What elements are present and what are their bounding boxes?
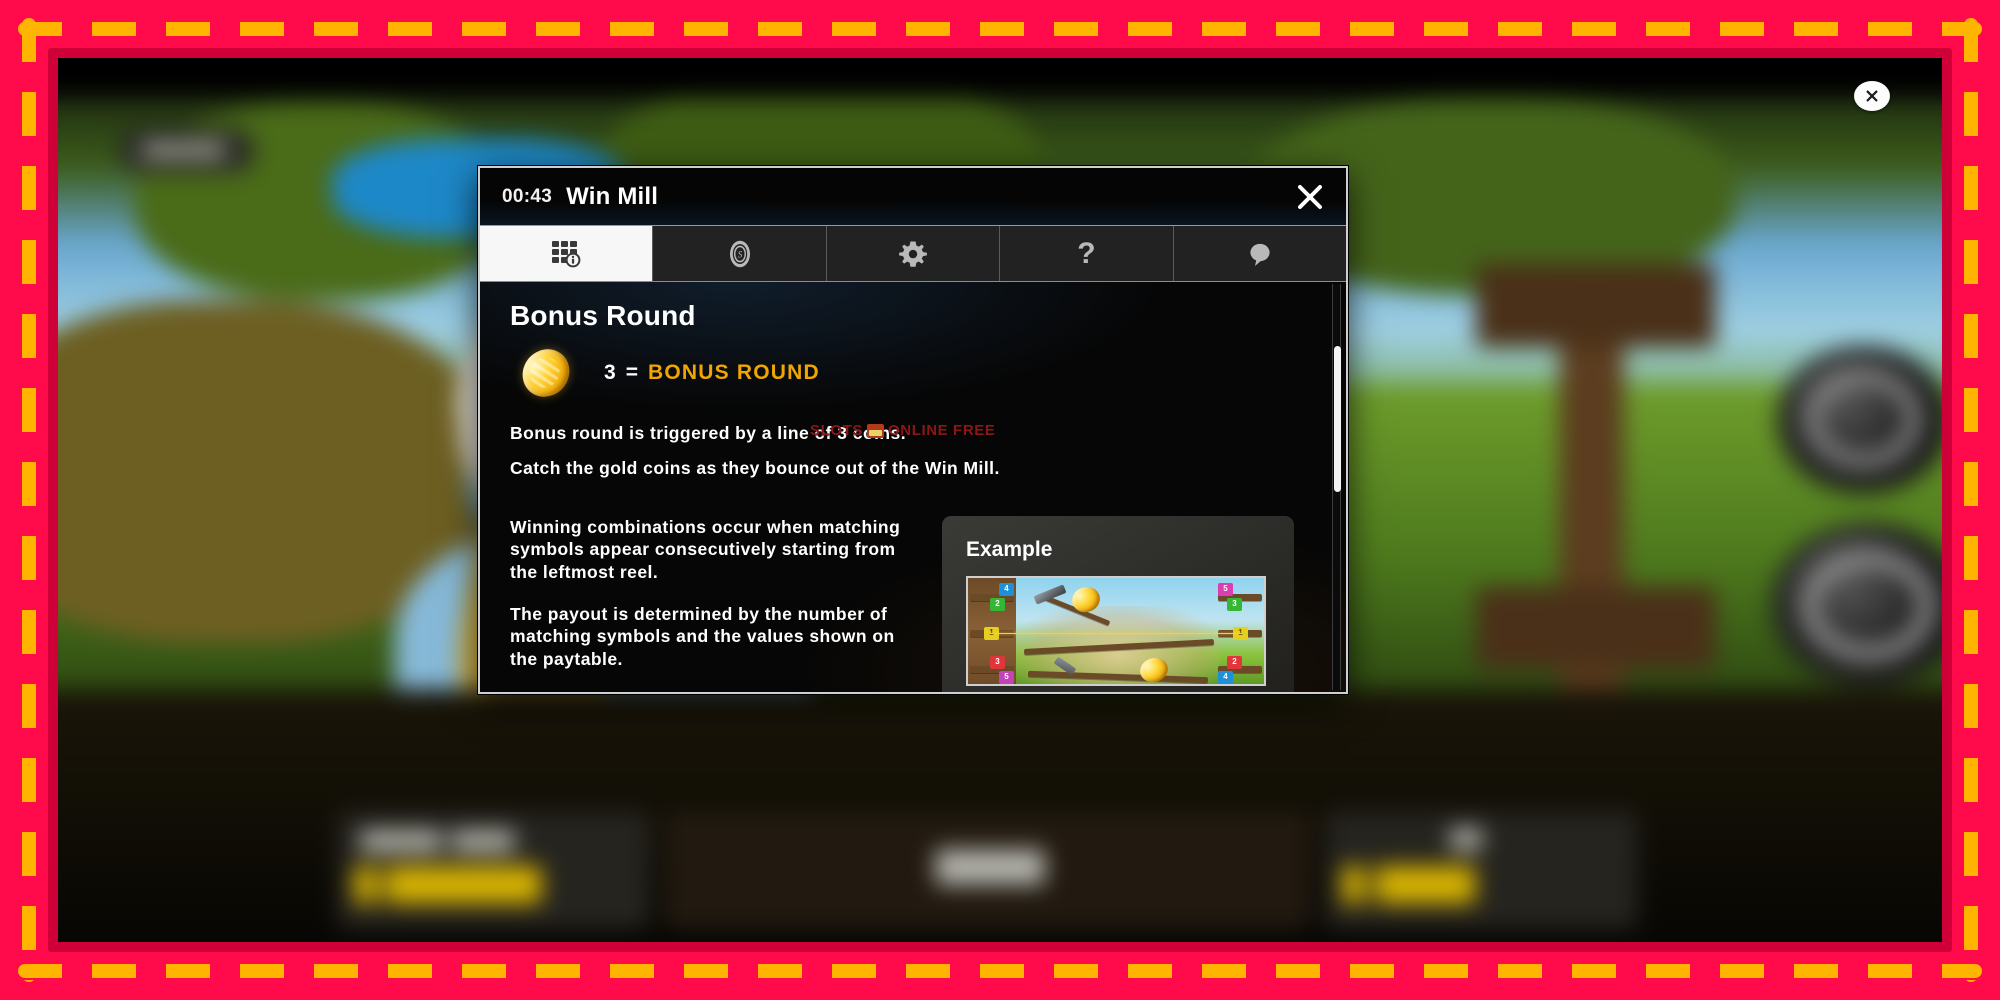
gear-icon [899, 241, 927, 267]
payout-equals-sign: = [625, 361, 638, 384]
payline-badge: 5 [1218, 582, 1233, 596]
frame-dash-right [1964, 18, 1978, 982]
corner-close-button[interactable] [1854, 81, 1890, 111]
paytable-dialog: 00:43 Win Mill S ? Bonus Round 3 = BONUS… [478, 166, 1348, 694]
rule-winning-combinations: Winning combinations occur when matching… [510, 516, 901, 582]
casino-chip-icon: S [729, 240, 750, 267]
tab-settings[interactable] [826, 226, 1001, 281]
frame-dash-bottom [18, 964, 1982, 978]
close-icon [1866, 90, 1878, 102]
rules-column: Winning combinations occur when matching… [510, 516, 910, 692]
dialog-body: Bonus Round 3 = BONUS ROUND Bonus round … [480, 282, 1346, 692]
payline-badge: 3 [990, 655, 1005, 669]
paytable-info-icon [552, 240, 581, 267]
tab-chat[interactable] [1173, 226, 1346, 281]
svg-text:S: S [737, 249, 742, 259]
tab-help[interactable]: ? [1000, 226, 1174, 281]
section-title: Bonus Round [510, 300, 696, 331]
rule-playable-lines: This game has 5 playable lines. [510, 690, 910, 692]
gold-coin-symbol [516, 342, 576, 404]
payline-badge: 4 [1218, 670, 1233, 684]
winning-payline [990, 632, 1242, 635]
payline-badge: 3 [1227, 597, 1242, 611]
example-slot-screenshot: 4 2 1 3 5 5 3 1 2 4 [966, 575, 1266, 686]
game-viewport: 00:43 Win Mill S ? Bonus Round 3 = BONUS… [58, 58, 1942, 942]
dialog-title: Win Mill [566, 182, 659, 210]
bonus-catch-text: Catch the gold coins as they bounce out … [510, 458, 1000, 479]
scrollbar-thumb[interactable] [1334, 346, 1341, 492]
dialog-close-button[interactable] [1290, 177, 1330, 217]
payline-badge: 5 [999, 670, 1014, 684]
close-icon [1298, 184, 1322, 209]
paytable-scrollbar[interactable] [1332, 284, 1341, 690]
frame-dash-left [22, 18, 36, 982]
bonus-payout-row: 3 = BONUS ROUND [510, 342, 1306, 404]
payline-badge: 2 [1227, 655, 1242, 669]
tab-bet[interactable]: S [653, 226, 827, 281]
bonus-trigger-text: Bonus round is triggered by a line of 3 … [510, 423, 907, 443]
payline-badge: 2 [990, 597, 1005, 611]
dialog-header: 00:43 Win Mill [480, 168, 1346, 226]
frame-dash-top [18, 22, 1982, 36]
rules-and-example: Winning combinations occur when matching… [510, 515, 1306, 692]
paytable-scroll-area: Bonus Round 3 = BONUS ROUND Bonus round … [480, 282, 1346, 692]
payline-badge: 4 [999, 582, 1014, 596]
rule-payout-determination: The payout is determined by the number o… [510, 603, 895, 669]
payout-award-label: BONUS ROUND [647, 361, 820, 384]
tab-paytable[interactable] [480, 226, 654, 281]
payout-count: 3 [604, 361, 616, 384]
example-title: Example [966, 537, 1053, 561]
session-clock: 00:43 [502, 185, 553, 207]
speech-bubble-icon [1250, 243, 1270, 266]
example-card: Example 4 2 3 5 5 3 2 4 [942, 515, 1294, 692]
question-mark-icon: ? [1077, 236, 1096, 270]
dialog-tab-bar: S ? [480, 226, 1346, 282]
